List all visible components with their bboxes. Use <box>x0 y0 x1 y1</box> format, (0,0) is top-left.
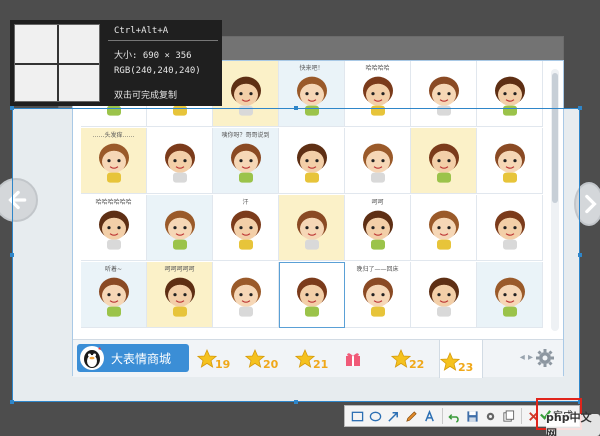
resize-handle-bl[interactable] <box>10 400 14 404</box>
copy-icon <box>502 409 514 422</box>
capture-info-tooltip: Ctrl+Alt+A 大小: 690 × 356 RGB(240,240,240… <box>10 20 222 106</box>
magnifier-preview <box>14 24 100 102</box>
settings-tool-button[interactable] <box>482 408 498 424</box>
screenshot-stage: 快来吧！ 哈哈哈哈 ……头发痒…… 咦你呀？哥哥说到 哈哈哈哈哈哈汗呵呵 听着~ 呵呵呵呵呵… <box>0 0 600 436</box>
copy-tool-button[interactable] <box>500 408 516 424</box>
ellipse-icon <box>369 411 381 421</box>
undo-button[interactable] <box>446 408 462 424</box>
shortcut-text: Ctrl+Alt+A <box>114 26 169 36</box>
rectangle-icon <box>351 411 363 421</box>
emoji-caption <box>215 64 276 73</box>
resize-handle-r[interactable] <box>578 253 582 257</box>
emoji-caption <box>413 64 474 73</box>
resize-handle-tr[interactable] <box>578 106 582 110</box>
pen-icon <box>405 410 417 422</box>
ellipse-tool-button[interactable] <box>367 408 383 424</box>
selection-rectangle[interactable] <box>12 108 580 402</box>
arrow-tool-button[interactable] <box>385 408 401 424</box>
resize-handle-l[interactable] <box>10 253 14 257</box>
resize-handle-t[interactable] <box>294 106 298 110</box>
save-icon <box>466 410 478 422</box>
arrow-icon <box>387 411 398 422</box>
text-tool-button[interactable] <box>421 408 437 424</box>
settings-icon <box>486 412 494 420</box>
text-icon <box>424 409 434 421</box>
size-text: 大小: 690 × 356 <box>114 51 192 61</box>
rect-tool-button[interactable] <box>349 408 365 424</box>
resize-handle-tl[interactable] <box>10 106 14 110</box>
emoji-caption: 哈哈哈哈 <box>365 65 390 72</box>
emoji-caption <box>479 64 540 73</box>
toolbar-separator <box>521 408 522 424</box>
undo-icon <box>447 413 459 423</box>
pen-tool-button[interactable] <box>403 408 419 424</box>
info-divider <box>108 40 218 41</box>
toolbar-separator <box>442 408 443 424</box>
save-button[interactable] <box>464 408 480 424</box>
watermark: php中文网 <box>546 411 600 436</box>
rgb-text: RGB(240,240,240) <box>114 66 201 76</box>
hint-text: 双击可完成复制 <box>114 91 178 101</box>
resize-handle-b[interactable] <box>294 400 298 404</box>
emoji-caption: 快来吧！ <box>299 65 324 72</box>
dim-right <box>580 108 600 402</box>
